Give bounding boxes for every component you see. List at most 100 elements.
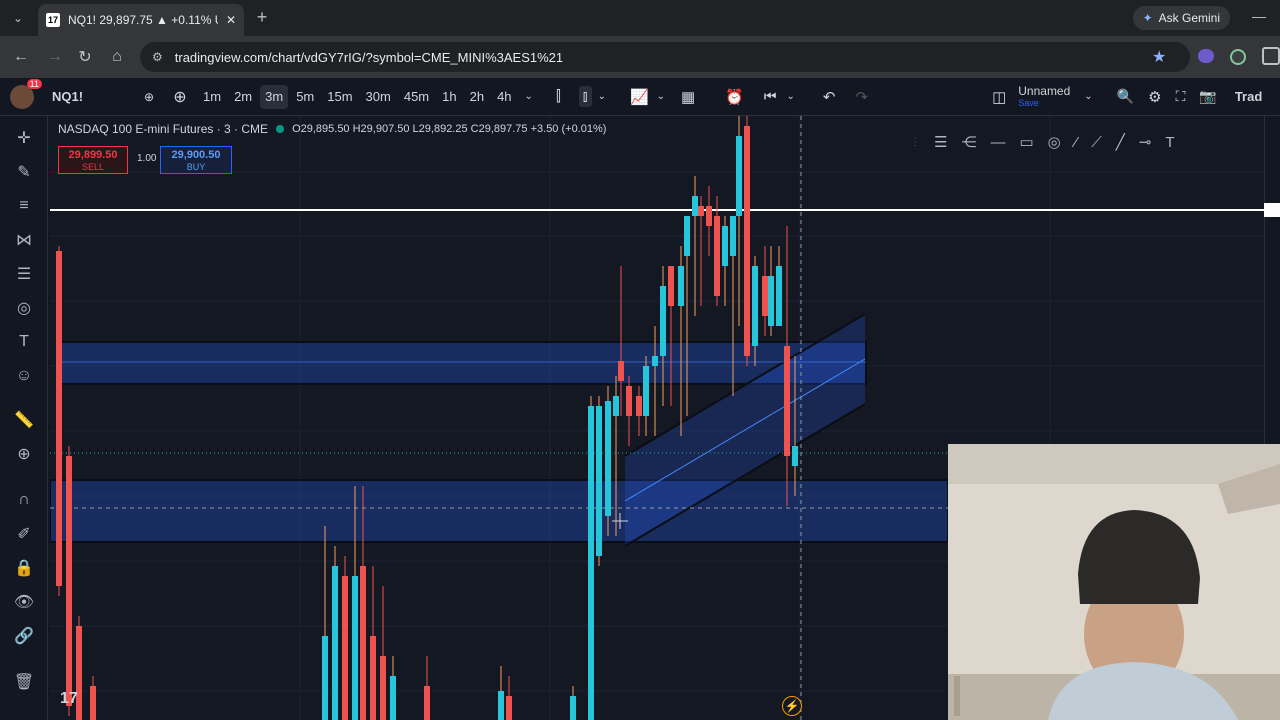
new-tab-icon[interactable]: + (252, 8, 272, 28)
chart-type-dropdown-icon[interactable]: ⌄ (598, 91, 606, 102)
crosshair-icon[interactable]: ✛ (12, 126, 36, 150)
replay-dropdown-icon[interactable]: ⌄ (787, 91, 795, 102)
home-icon[interactable]: ⌂ (106, 46, 128, 68)
indicators-icon[interactable]: 📈 (630, 88, 649, 106)
tradingview-logo[interactable]: 17 (60, 690, 78, 708)
ruler-icon[interactable]: 📏 (12, 408, 36, 432)
eye-icon[interactable]: 👁 (12, 590, 36, 614)
timeframe-dropdown-icon[interactable]: ⌄ (520, 85, 538, 109)
node-icon[interactable]: ⋈ (12, 228, 36, 252)
compare-icon[interactable]: ⊕ (144, 90, 154, 104)
bookmark-star-icon[interactable]: ★ (1152, 47, 1166, 67)
instrument-title[interactable]: NASDAQ 100 E-mini Futures · 3 · CME (58, 122, 268, 136)
drag-handle-icon[interactable]: ⋮ (910, 137, 920, 148)
fullscreen-icon[interactable]: ⛶ (1176, 88, 1186, 105)
layout-dropdown-icon[interactable]: ⌄ (1084, 91, 1092, 102)
symbol-search[interactable]: NQ1! ⊕ (52, 84, 160, 110)
order-quantity[interactable]: 1.00 (137, 153, 156, 164)
path-icon[interactable]: ⟋ (1091, 134, 1102, 151)
undo-icon[interactable]: ↶ (823, 88, 836, 106)
ray-icon[interactable]: ⊸ (1139, 133, 1152, 151)
timeframe-30m[interactable]: 30m (361, 85, 396, 109)
candle-body (352, 576, 358, 720)
browser-tab[interactable]: 17 NQ1! 29,897.75 ▲ +0.11% Unn ✕ (38, 4, 244, 36)
layout-grid-icon[interactable]: ▦ (681, 88, 695, 106)
trendline-icon[interactable]: ╱ (1116, 133, 1125, 151)
candle-body (692, 196, 698, 216)
candle-body (605, 401, 611, 516)
timeframe-1m[interactable]: 1m (198, 85, 226, 109)
candle-body (652, 356, 658, 366)
panel-toggle-icon[interactable]: ◫ (992, 88, 1006, 106)
demand-zone-lower[interactable] (50, 479, 949, 543)
sell-button[interactable]: 29,899.50 SELL (58, 146, 128, 174)
zoom-icon[interactable]: ⊕ (12, 442, 36, 466)
circle-icon[interactable]: ◎ (1048, 133, 1061, 151)
link-icon[interactable]: 🔗 (12, 624, 36, 648)
settings-icon[interactable]: ⚙ (1148, 88, 1161, 106)
candle-body (643, 366, 649, 416)
timeframe-2h[interactable]: 2h (465, 85, 489, 109)
timeframe-15m[interactable]: 15m (322, 85, 357, 109)
pen-lock-icon[interactable]: ✐ (12, 522, 36, 546)
avatar[interactable]: 11 (10, 78, 42, 109)
fib-tool-icon[interactable]: ☰ (934, 133, 947, 151)
pencil-icon[interactable]: ✎ (12, 160, 36, 184)
candles-icon[interactable]: ⫾ (578, 86, 592, 107)
timeframe-2m[interactable]: 2m (229, 85, 257, 109)
add-symbol-icon[interactable]: ⊕ (168, 87, 192, 107)
timeframe-1h[interactable]: 1h (437, 85, 461, 109)
extension-icon-2[interactable] (1230, 49, 1246, 65)
text-icon[interactable]: T (12, 330, 36, 354)
magnet-icon[interactable]: ∩ (12, 488, 36, 512)
layout-name-button[interactable]: Unnamed Save (1018, 85, 1070, 109)
floating-drawing-toolbar: ⋮ ☰ ⋲ — ▭ ◎ ⁄ ⟋ ╱ ⊸ T (900, 126, 1260, 158)
redo-icon[interactable]: ↷ (855, 88, 868, 106)
profile-icon[interactable] (1262, 47, 1280, 65)
buy-price: 29,900.50 (171, 149, 221, 161)
timeframe-5m[interactable]: 5m (291, 85, 319, 109)
fib-icon[interactable]: ☰ (12, 262, 36, 286)
timeframe-3m[interactable]: 3m (260, 84, 289, 109)
candle-body (498, 691, 504, 720)
lines-icon[interactable]: ≡ (12, 194, 36, 218)
alert-icon[interactable]: ⏰ (725, 88, 744, 106)
forward-icon[interactable]: → (44, 46, 66, 68)
replay-icon[interactable]: ⏮ (764, 88, 777, 105)
lock-icon[interactable]: 🔒 (12, 556, 36, 580)
extension-icon[interactable] (1198, 49, 1214, 63)
bar-style-icon[interactable]: ⫿ (556, 88, 561, 105)
close-tab-icon[interactable]: ✕ (226, 13, 236, 27)
buy-button[interactable]: 29,900.50 BUY (160, 146, 232, 174)
candle-body (360, 566, 366, 720)
omnibox[interactable]: ⚙ tradingview.com/chart/vdGY7rIG/?symbol… (140, 42, 1190, 72)
price-marker (1264, 203, 1280, 217)
screenshot-icon[interactable]: 📷 (1199, 88, 1216, 105)
quick-search-icon[interactable]: 🔍 (1117, 88, 1134, 105)
ask-gemini-button[interactable]: ✦ Ask Gemini (1132, 6, 1230, 30)
tab-search-icon[interactable]: ⌄ (8, 8, 28, 28)
candle-body (668, 266, 674, 306)
pitchfork-icon[interactable]: ⋲ (961, 133, 976, 151)
emoji-icon[interactable]: ☺ (12, 364, 36, 388)
horizontal-line-icon[interactable]: — (990, 134, 1005, 151)
reload-icon[interactable]: ↻ (74, 46, 96, 68)
back-icon[interactable]: ← (10, 46, 32, 68)
text-tool-icon[interactable]: T (1165, 134, 1174, 151)
indicators-dropdown-icon[interactable]: ⌄ (657, 91, 665, 102)
timeframe-4h[interactable]: 4h (492, 85, 516, 109)
site-info-icon[interactable]: ⚙ (152, 50, 163, 64)
minimize-icon[interactable]: — (1252, 8, 1266, 24)
lightning-icon[interactable]: ⚡ (782, 696, 802, 716)
ohlc-values: O29,895.50 H29,907.50 L29,892.25 C29,897… (292, 123, 607, 135)
timeframe-45m[interactable]: 45m (399, 85, 434, 109)
rectangle-icon[interactable]: ▭ (1019, 133, 1033, 151)
trash-icon[interactable]: 🗑 (12, 670, 36, 694)
brush-icon[interactable]: ⁄ (1075, 134, 1078, 151)
target-icon[interactable]: ◎ (12, 296, 36, 320)
address-bar-row: ⚙ tradingview.com/chart/vdGY7rIG/?symbol… (0, 36, 1280, 78)
candle-body (714, 216, 720, 296)
chart-legend[interactable]: NASDAQ 100 E-mini Futures · 3 · CME O29,… (58, 122, 606, 136)
trade-button[interactable]: Trad (1235, 89, 1262, 104)
tab-title: NQ1! 29,897.75 ▲ +0.11% Unn (68, 13, 218, 27)
